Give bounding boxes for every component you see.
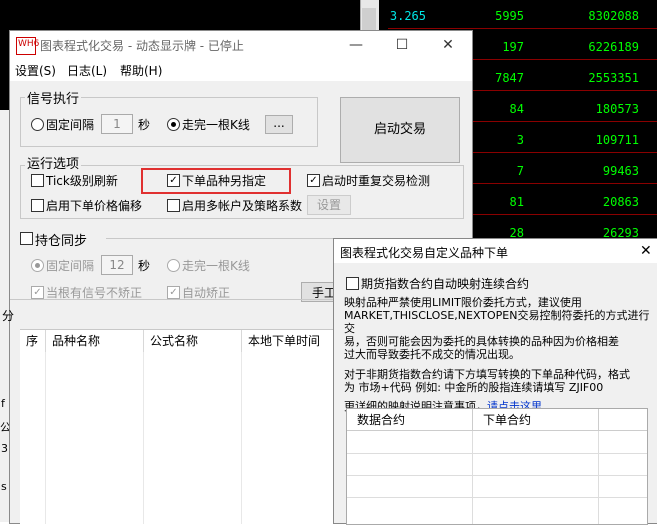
side-fragment: s bbox=[1, 480, 7, 493]
dialog-close-icon[interactable]: ✕ bbox=[640, 243, 652, 259]
mapping-row-line bbox=[347, 497, 647, 498]
auto-correct-checkbox[interactable]: ✓ bbox=[167, 286, 180, 299]
dialog-instructions: 映射品种严禁使用LIMIT限价委托方式，建议使用 MARKET,THISCLOS… bbox=[344, 296, 656, 413]
maximize-icon[interactable]: ☐ bbox=[388, 34, 416, 56]
mapping-col-line bbox=[472, 431, 473, 524]
menu-settings[interactable]: 设置(S) bbox=[15, 62, 56, 79]
quote-cell: 99463 bbox=[602, 164, 639, 178]
instruction-line: MARKET,THISCLOSE,NEXTOPEN交易控制符委托的方式进行交 bbox=[344, 309, 650, 335]
position-sync-checkbox[interactable] bbox=[20, 232, 33, 245]
col-index[interactable]: 序 bbox=[20, 330, 46, 352]
quote-cell: 3 bbox=[516, 133, 524, 147]
sync-bar-complete-radio[interactable] bbox=[167, 259, 180, 272]
quote-cell: 84 bbox=[509, 102, 524, 116]
position-sync-label: 持仓同步 bbox=[35, 234, 88, 249]
dialog-title-bar[interactable]: 图表程式化交易自定义品种下单 ✕ bbox=[334, 239, 657, 263]
app-icon-text: WH6 bbox=[18, 39, 40, 49]
side-fragment: f bbox=[1, 397, 5, 410]
fixed-interval-label: 固定间隔 bbox=[46, 118, 95, 132]
price-offset-checkbox[interactable] bbox=[31, 199, 44, 212]
mapping-row-line bbox=[347, 475, 647, 476]
recheck-checkbox[interactable]: ✓ bbox=[307, 174, 320, 187]
sync-seconds-unit: 秒 bbox=[138, 259, 151, 273]
tick-refresh-checkbox[interactable] bbox=[31, 174, 44, 187]
sync-interval-input[interactable]: 12 bbox=[101, 255, 133, 275]
window-title: 图表程式化交易 - 动态显示牌 - 已停止 bbox=[40, 39, 244, 53]
highlight-box bbox=[141, 168, 291, 194]
quote-cell: 180573 bbox=[595, 102, 639, 116]
menu-bar: 设置(S) 日志(L) 帮助(H) bbox=[10, 59, 472, 81]
interval-input[interactable]: 1 bbox=[101, 114, 133, 134]
grid-line bbox=[45, 352, 46, 524]
col-data-contract[interactable]: 数据合约 bbox=[347, 409, 473, 431]
side-fragment: 3 bbox=[1, 442, 8, 455]
bar-complete-label: 走完一根K线 bbox=[182, 118, 250, 132]
col-order-contract[interactable]: 下单合约 bbox=[473, 409, 599, 431]
close-icon[interactable]: ✕ bbox=[434, 34, 462, 56]
fixed-interval-radio[interactable] bbox=[31, 118, 44, 131]
menu-log[interactable]: 日志(L) bbox=[67, 62, 107, 79]
signal-group-label: 信号执行 bbox=[25, 88, 82, 107]
bar-complete-radio[interactable] bbox=[167, 118, 180, 131]
quote-cell: 81 bbox=[509, 195, 524, 209]
app-icon: WH6 bbox=[16, 37, 40, 55]
sync-fixed-interval-radio[interactable] bbox=[31, 259, 44, 272]
quote-row: 3.265 5995 8302088 bbox=[388, 6, 657, 29]
quote-cell: 7847 bbox=[495, 71, 524, 85]
sync-bar-complete-label: 走完一根K线 bbox=[182, 259, 250, 273]
tick-refresh-label: Tick级别刷新 bbox=[46, 174, 118, 188]
seconds-unit: 秒 bbox=[138, 118, 151, 132]
col-formula-name[interactable]: 公式名称 bbox=[144, 330, 242, 352]
auto-map-checkbox[interactable] bbox=[346, 277, 359, 290]
minimize-icon[interactable]: — bbox=[342, 34, 370, 56]
mapping-col-line bbox=[598, 431, 599, 524]
multi-account-label: 启用多帐户及策略系数 bbox=[182, 199, 303, 213]
quote-cell: 20863 bbox=[602, 195, 639, 209]
table-left-fragment: 分 bbox=[2, 309, 15, 323]
quote-cell: 6226189 bbox=[588, 40, 639, 54]
auto-map-label: 期货指数合约自动映射连续合约 bbox=[361, 277, 530, 291]
grid-line bbox=[241, 352, 242, 524]
col-filler bbox=[599, 409, 647, 431]
no-correct-checkbox[interactable]: ✓ bbox=[31, 286, 44, 299]
mapping-row-line bbox=[347, 453, 647, 454]
dots-button[interactable]: ... bbox=[265, 115, 293, 134]
multi-account-checkbox[interactable] bbox=[167, 199, 180, 212]
grid-line bbox=[143, 352, 144, 524]
instruction-line: 为 市场+代码 例如: 中金所的股指连续请填写 ZJIF00 bbox=[344, 381, 604, 394]
quote-cell: 5995 bbox=[495, 9, 524, 23]
recheck-label: 启动时重复交易检测 bbox=[322, 174, 431, 188]
dialog-title: 图表程式化交易自定义品种下单 bbox=[340, 246, 509, 260]
quote-cell: 2553351 bbox=[588, 71, 639, 85]
price-offset-label: 启用下单价格偏移 bbox=[46, 199, 143, 213]
instruction-line: 易，否则可能会因为委托的具体转换的品种因为价格相差 bbox=[344, 335, 619, 348]
instruction-line: 过大而导致委托不成交的情况出现。 bbox=[344, 348, 520, 361]
quote-cell: 3.265 bbox=[389, 9, 426, 23]
col-symbol-name[interactable]: 品种名称 bbox=[46, 330, 144, 352]
quote-cell: 7 bbox=[516, 164, 524, 178]
instruction-line: 映射品种严禁使用LIMIT限价委托方式，建议使用 bbox=[344, 296, 582, 309]
title-bar[interactable]: WH6 图表程式化交易 - 动态显示牌 - 已停止 — ☐ ✕ bbox=[10, 31, 472, 59]
settings-button[interactable]: 设置 bbox=[307, 195, 351, 215]
start-trading-button[interactable]: 启动交易 bbox=[340, 97, 460, 163]
menu-help[interactable]: 帮助(H) bbox=[120, 62, 162, 79]
custom-symbol-dialog: 图表程式化交易自定义品种下单 ✕ 期货指数合约自动映射连续合约 映射品种严禁使用… bbox=[333, 238, 657, 525]
quote-cell: 8302088 bbox=[588, 9, 639, 23]
quote-cell: 197 bbox=[502, 40, 524, 54]
mapping-table: 数据合约 下单合约 bbox=[346, 408, 648, 525]
options-group-label: 运行选项 bbox=[25, 153, 82, 172]
sync-fixed-interval-label: 固定间隔 bbox=[46, 259, 95, 273]
quote-cell: 109711 bbox=[595, 133, 639, 147]
instruction-line: 对于非期货指数合约请下方填写转换的下单品种代码，格式 bbox=[344, 368, 630, 381]
